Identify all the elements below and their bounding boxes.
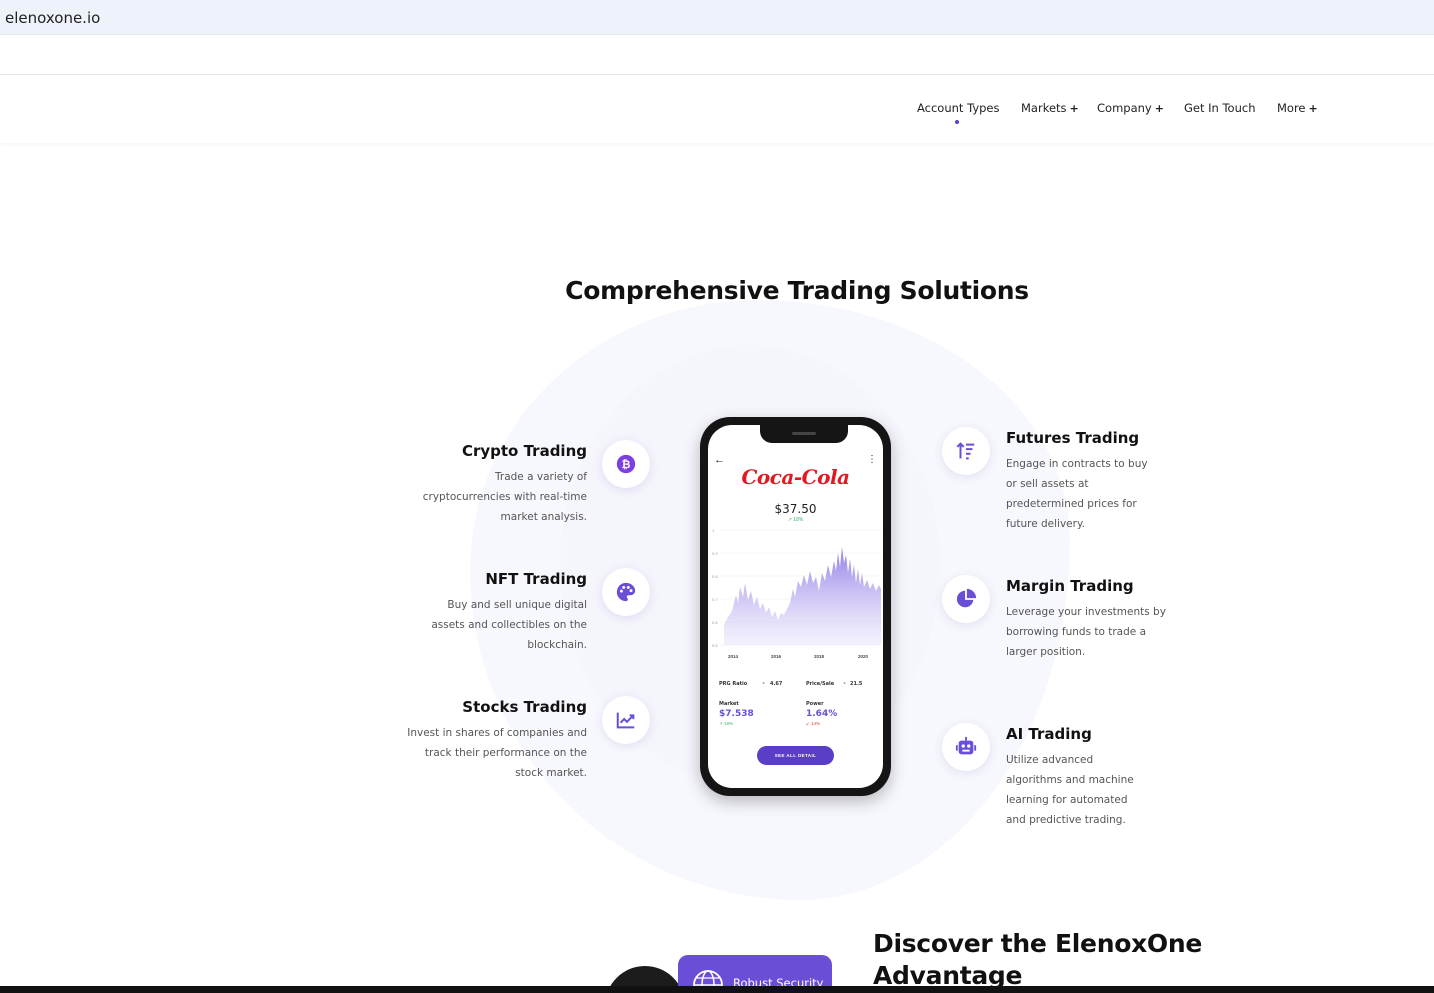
x-tick: 2020 <box>858 654 869 659</box>
x-tick: 2018 <box>814 654 825 659</box>
nav-company[interactable]: Company + <box>1097 101 1164 115</box>
nav-account-types[interactable]: Account Types <box>917 101 1000 115</box>
feature-title: Margin Trading <box>1006 577 1134 595</box>
plus-icon: + <box>1154 102 1164 115</box>
feature-nft-trading: NFT Trading Buy and sell unique digital … <box>387 570 587 655</box>
nav-markets[interactable]: Markets + <box>1021 101 1079 115</box>
feature-description: Utilize advanced algorithms and machine … <box>1006 754 1134 826</box>
x-tick: 2014 <box>728 654 739 659</box>
y-tick: 0.8 <box>712 574 718 579</box>
see-all-detail-button[interactable]: SEE ALL DETAIL <box>757 746 834 765</box>
y-tick: 0.7 <box>712 597 718 602</box>
power-change: ↙ 14% <box>806 721 821 726</box>
feature-description: Buy and sell unique digital assets and c… <box>431 599 587 651</box>
url-text[interactable]: elenoxone.io <box>5 9 100 27</box>
palette-icon <box>602 568 650 616</box>
power-label: Power <box>806 701 824 707</box>
plus-icon: + <box>1308 102 1318 115</box>
svg-text:₿: ₿ <box>622 458 631 471</box>
bottom-edge <box>0 986 1434 993</box>
feature-futures-trading: Futures Trading Engage in contracts to b… <box>1006 429 1176 534</box>
feature-description: Leverage your investments by borrowing f… <box>1006 606 1166 658</box>
coca-cola-logo: Coca-Cola <box>741 465 850 489</box>
feature-stocks-trading: Stocks Trading Invest in shares of compa… <box>387 698 587 783</box>
price-change: ↗ 18% <box>787 517 804 523</box>
price-sale-value: 21.5 <box>850 681 863 687</box>
feature-margin-trading: Margin Trading Leverage your investments… <box>1006 577 1176 662</box>
prg-ratio-label: PRG Ratio <box>719 681 748 687</box>
feature-title: Stocks Trading <box>462 698 587 716</box>
feature-description: Engage in contracts to buy or sell asset… <box>1006 458 1148 530</box>
feature-title: NFT Trading <box>485 570 587 588</box>
feature-description: Invest in shares of companies and track … <box>407 727 587 779</box>
feature-description: Trade a variety of cryptocurrencies with… <box>422 471 587 523</box>
feature-ai-trading: AI Trading Utilize advanced algorithms a… <box>1006 725 1176 830</box>
more-vertical-icon: ⋮ <box>867 454 877 465</box>
feature-title: Futures Trading <box>1006 429 1140 447</box>
bullet: • <box>843 681 847 687</box>
active-nav-indicator <box>955 120 959 124</box>
y-tick: 0.5 <box>712 643 718 648</box>
feature-title: Crypto Trading <box>461 442 587 460</box>
top-spacer <box>0 35 1434 75</box>
sort-up-icon <box>942 427 990 475</box>
y-tick: 0.6 <box>712 620 718 625</box>
nav-more[interactable]: More + <box>1277 101 1318 115</box>
chart-line-icon <box>602 696 650 744</box>
advantage-title: Discover the ElenoxOne Advantage <box>873 929 1202 990</box>
price-sale-label: Price/Sale <box>806 681 835 687</box>
feature-title: AI Trading <box>1006 725 1092 743</box>
browser-address-bar[interactable]: elenoxone.io <box>0 0 1434 35</box>
main-navbar: Account Types Markets + Company + Get In T… <box>0 76 1434 143</box>
phone-screen: ← ⋮ Coca-Cola $37.50 ↗ 18% 1 0.9 0.8 0.7… <box>708 425 883 788</box>
power-value: 1.64% <box>806 709 838 719</box>
y-tick: 0.9 <box>712 551 718 556</box>
section-title: Comprehensive Trading Solutions <box>565 276 1029 305</box>
stock-area-chart: 1 0.9 0.8 0.7 0.6 0.5 <box>712 528 881 648</box>
market-value: $7.538 <box>719 709 754 719</box>
price-area <box>724 547 881 645</box>
y-tick: 1 <box>712 528 715 533</box>
phone-mockup: ← ⋮ Coca-Cola $37.50 ↗ 18% 1 0.9 0.8 0.7… <box>700 417 891 796</box>
phone-notch <box>760 425 848 443</box>
plus-icon: + <box>1069 102 1079 115</box>
market-change: ↗ 18% <box>719 721 734 726</box>
stock-price: $37.50 <box>774 502 817 516</box>
robot-icon <box>942 723 990 771</box>
x-tick: 2016 <box>771 654 782 659</box>
nav-get-in-touch[interactable]: Get In Touch <box>1184 101 1256 115</box>
bullet: • <box>762 681 766 687</box>
pie-chart-icon <box>942 575 990 623</box>
bitcoin-icon: ₿ <box>602 440 650 488</box>
market-label: Market <box>719 701 739 707</box>
feature-crypto-trading: Crypto Trading Trade a variety of crypto… <box>387 442 587 527</box>
prg-ratio-value: 4.67 <box>770 681 783 687</box>
